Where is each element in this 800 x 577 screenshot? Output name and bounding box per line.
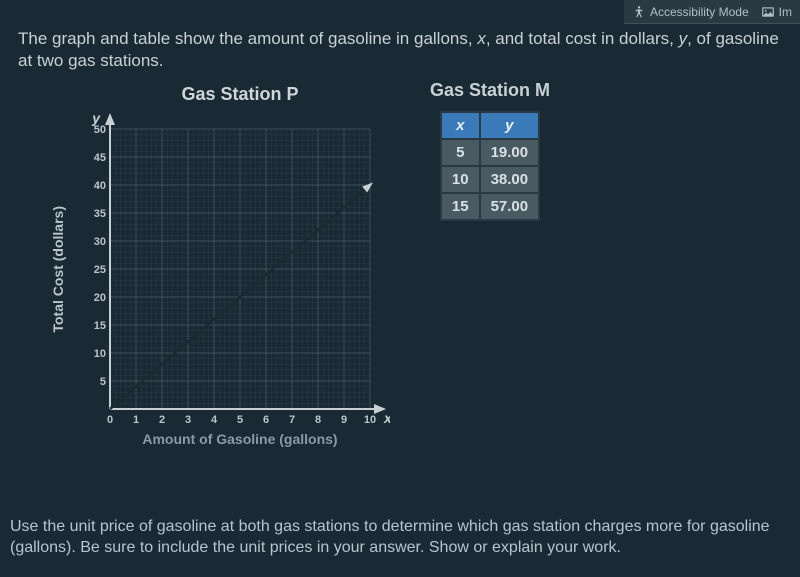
table-row: 1038.00: [441, 166, 539, 193]
y-axis-label: Total Cost (dollars): [50, 206, 66, 333]
top-toolbar: Accessibility Mode Im: [624, 0, 800, 24]
table-header-y: y: [480, 112, 540, 139]
table-cell-y: 19.00: [480, 139, 540, 166]
table-title: Gas Station M: [430, 80, 550, 101]
svg-text:50: 50: [94, 124, 106, 136]
svg-text:2: 2: [159, 414, 165, 426]
problem-text-1: The graph and table show the amount of g…: [18, 29, 477, 48]
svg-text:1: 1: [133, 414, 139, 426]
svg-text:40: 40: [94, 180, 106, 192]
table-row: 519.00: [441, 139, 539, 166]
svg-text:30: 30: [94, 236, 106, 248]
problem-var-x: x: [477, 29, 486, 48]
svg-text:9: 9: [341, 414, 347, 426]
svg-text:35: 35: [94, 208, 106, 220]
table-header-row: x y: [441, 112, 539, 139]
svg-text:45: 45: [94, 152, 106, 164]
x-axis-label: Amount of Gasoline (gallons): [142, 431, 337, 447]
svg-text:25: 25: [94, 264, 106, 276]
svg-text:6: 6: [263, 414, 269, 426]
accessibility-icon: [632, 5, 646, 19]
svg-text:5: 5: [237, 414, 243, 426]
svg-text:4: 4: [211, 414, 218, 426]
table-cell-x: 10: [441, 166, 480, 193]
problem-text-2: , and total cost in dollars,: [486, 29, 679, 48]
accessibility-mode-label: Accessibility Mode: [650, 5, 749, 19]
chart-title: Gas Station P: [181, 84, 298, 105]
svg-text:0: 0: [107, 414, 113, 426]
svg-text:20: 20: [94, 292, 106, 304]
image-tool-label: Im: [779, 5, 792, 19]
svg-text:10: 10: [94, 348, 106, 360]
table-cell-y: 38.00: [480, 166, 540, 193]
table-gas-station-m: Gas Station M x y 519.001038.001557.00: [430, 80, 550, 221]
table-header-x: x: [441, 112, 480, 139]
image-icon: [761, 5, 775, 19]
svg-text:5: 5: [100, 376, 106, 388]
svg-text:7: 7: [289, 414, 295, 426]
svg-text:8: 8: [315, 414, 321, 426]
table-row: 1557.00: [441, 193, 539, 220]
problem-var-y: y: [679, 29, 688, 48]
image-tool-button[interactable]: Im: [761, 5, 792, 19]
question-prompt: Use the unit price of gasoline at both g…: [10, 516, 790, 559]
svg-text:10: 10: [364, 414, 376, 426]
chart-svg: y x 5101520253035404550 012345678910: [70, 109, 390, 429]
table-cell-y: 57.00: [480, 193, 540, 220]
chart-gas-station-p: Gas Station P Total Cost (dollars) y x 5…: [50, 84, 390, 447]
svg-text:3: 3: [185, 414, 191, 426]
table-cell-x: 5: [441, 139, 480, 166]
table-cell-x: 15: [441, 193, 480, 220]
accessibility-mode-button[interactable]: Accessibility Mode: [632, 5, 749, 19]
svg-text:x: x: [383, 410, 390, 426]
svg-text:15: 15: [94, 320, 106, 332]
data-table: x y 519.001038.001557.00: [440, 111, 540, 221]
